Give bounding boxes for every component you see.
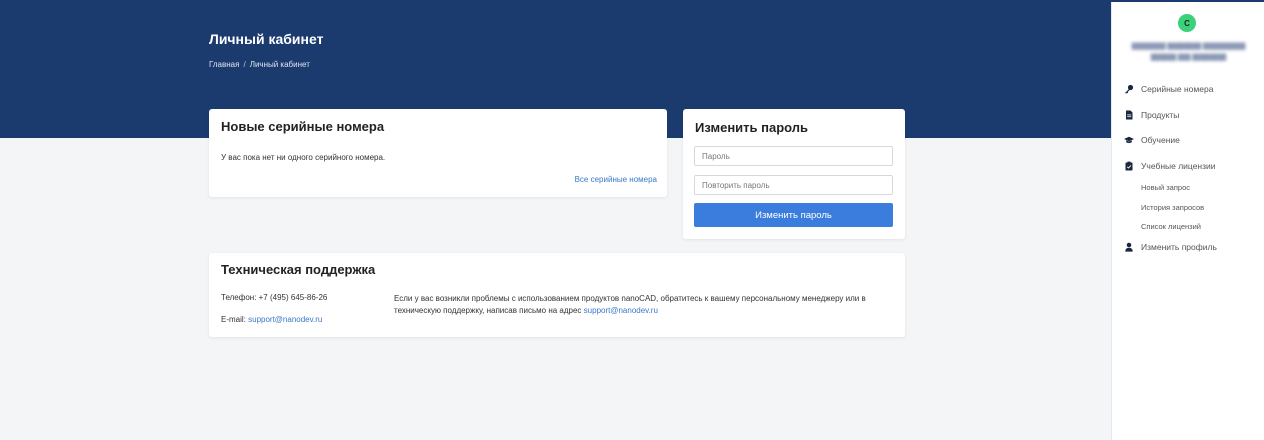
support-phone: Телефон: +7 (495) 645-86-26	[221, 293, 328, 302]
change-password-button[interactable]: Изменить пароль	[694, 203, 893, 227]
sidebar-item-edu-licenses[interactable]: Учебные лицензии	[1124, 161, 1216, 171]
empty-serials-text: У вас пока нет ни одного серийного номер…	[221, 153, 386, 162]
sidebar-subitem-new-request[interactable]: Новый запрос	[1141, 183, 1190, 192]
support-email-link[interactable]: support@nanodev.ru	[248, 315, 322, 324]
sidebar-item-products[interactable]: Продукты	[1124, 110, 1179, 120]
password-input[interactable]	[694, 146, 893, 166]
card-title: Техническая поддержка	[221, 262, 376, 277]
support-description: Если у вас возникли проблемы с использов…	[394, 293, 899, 317]
document-icon	[1124, 110, 1134, 120]
sidebar-item-serials[interactable]: Серийные номера	[1124, 84, 1213, 94]
page-title: Личный кабинет	[209, 31, 324, 47]
avatar[interactable]: С	[1178, 14, 1196, 32]
sidebar-item-label: Изменить профиль	[1141, 242, 1217, 252]
sidebar-item-label: Учебные лицензии	[1141, 161, 1216, 171]
sidebar-item-training[interactable]: Обучение	[1124, 135, 1180, 145]
sidebar-subitem-license-list[interactable]: Список лицензий	[1141, 222, 1201, 231]
tech-support-card: Техническая поддержка Телефон: +7 (495) …	[209, 253, 905, 337]
support-email: E-mail: support@nanodev.ru	[221, 315, 322, 324]
card-title: Изменить пароль	[695, 120, 809, 135]
sidebar-subitem-request-history[interactable]: История запросов	[1141, 203, 1204, 212]
repeat-password-input[interactable]	[694, 175, 893, 195]
sidebar-item-label: Обучение	[1141, 135, 1180, 145]
change-password-card: Изменить пароль Изменить пароль	[683, 109, 905, 239]
user-icon	[1124, 242, 1134, 252]
key-icon	[1124, 84, 1134, 94]
card-title: Новые серийные номера	[221, 119, 385, 134]
breadcrumb-home[interactable]: Главная	[209, 60, 239, 69]
user-name-blurred: ████████ ████████ ██████████ ██████ ███ █…	[1131, 44, 1246, 61]
breadcrumb: Главная / Личный кабинет	[209, 60, 310, 69]
graduation-cap-icon	[1124, 135, 1134, 145]
all-serials-link[interactable]: Все серийные номера	[575, 175, 657, 184]
new-serials-card: Новые серийные номера У вас пока нет ни …	[209, 109, 667, 197]
breadcrumb-current: Личный кабинет	[249, 60, 310, 69]
sidebar-item-label: Серийные номера	[1141, 84, 1214, 94]
sidebar-item-label: Продукты	[1141, 110, 1180, 120]
email-label: E-mail:	[221, 315, 246, 324]
breadcrumb-separator: /	[243, 60, 246, 69]
clipboard-icon	[1124, 161, 1134, 171]
sidebar: С ████████ ████████ ██████████ ██████ ███…	[1111, 0, 1264, 440]
sidebar-item-edit-profile[interactable]: Изменить профиль	[1124, 242, 1217, 252]
support-text-email-link[interactable]: support@nanodev.ru	[584, 306, 658, 315]
